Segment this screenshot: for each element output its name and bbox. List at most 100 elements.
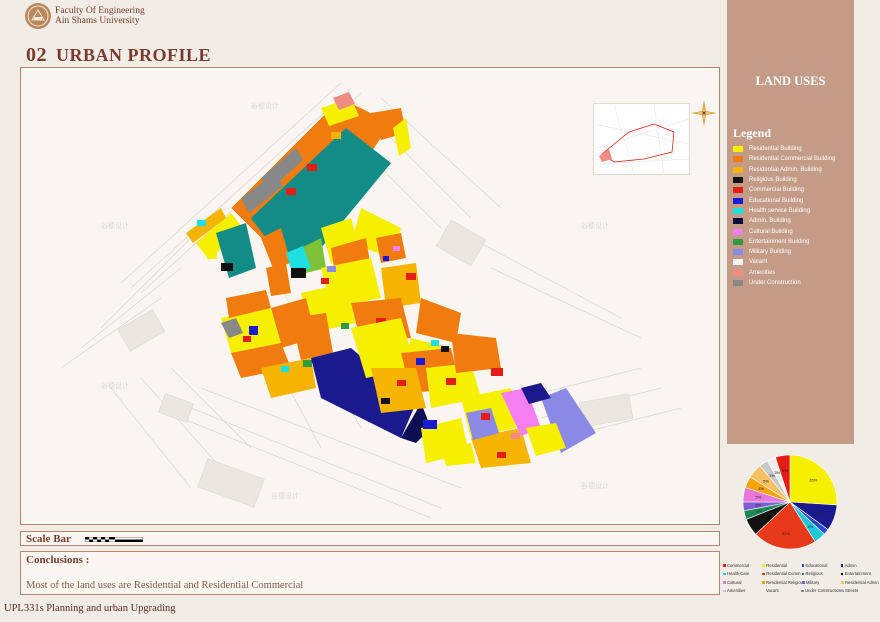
pie-legend-swatch — [840, 564, 844, 567]
pie-legend-label: Religious — [805, 571, 823, 577]
legend-swatch — [733, 269, 743, 276]
legend-label: Entertainment Building — [749, 238, 810, 245]
pie-slice-label: 4% — [758, 486, 764, 491]
land-use-pie-chart: 26% 9% 2% 4% 22% 6% 3% 3% 5% 4% 5% 3% 3% 5% — [740, 452, 840, 557]
legend-item: Health service Building — [733, 206, 853, 216]
pie-svg: 26%9%2%4%22%6%3%3%5%4%5%3%3% 5% — [742, 454, 838, 550]
scale-bar-box: Scale Bar — [20, 531, 720, 546]
legend-item: Entertainment Building — [733, 237, 853, 247]
legend-label: Religious Building — [749, 177, 797, 184]
pie-legend-item: Streets — [841, 588, 880, 593]
pie-slice-label: 3% — [756, 508, 762, 513]
pie-legend-row: Commercial Residential Educational Admin — [723, 561, 880, 570]
pie-legend-swatch — [802, 581, 805, 584]
legend-swatch — [733, 228, 743, 235]
pie-slice-label: 5% — [782, 468, 788, 473]
svg-text:谷德设计: 谷德设计 — [581, 481, 609, 490]
legend-label: Amenities — [749, 269, 776, 276]
legend-label: Residential Building — [749, 146, 802, 153]
legend-label: Vacant — [749, 259, 768, 266]
pie-legend-item: Residential — [762, 563, 801, 568]
land-use-panel: LAND USES Legend Residential Building Res… — [727, 0, 854, 444]
legend-swatch — [733, 249, 743, 256]
pie-slice-label: 5% — [756, 495, 762, 500]
page-title: 02 URBAN PROFILE — [26, 44, 211, 67]
legend-item: Under Construction — [733, 278, 853, 288]
location-inset-map — [593, 103, 690, 175]
conclusions-box: Conclusions : Most of the land uses are … — [20, 551, 720, 595]
legend-item: Admin. Building — [733, 216, 853, 226]
legend-swatch — [733, 259, 743, 266]
pie-legend-swatch — [723, 581, 726, 584]
faculty-line-1: Faculty Of Engineering — [55, 5, 145, 16]
pie-legend-swatch — [723, 589, 726, 592]
legend-swatch — [733, 146, 743, 153]
section-title: URBAN PROFILE — [56, 45, 212, 65]
pie-legend-label: Admin — [844, 562, 857, 568]
legend-swatch — [733, 238, 743, 245]
legend-label: Health service Building — [749, 207, 811, 214]
faculty-line-2: Ain Shams University — [55, 16, 140, 26]
pie-legend-item: Admin — [840, 562, 880, 568]
pie-slice-label: 22% — [782, 531, 790, 536]
legend-swatch — [733, 280, 743, 286]
pie-legend-row: Cultural Residential Religious Military Res… — [723, 578, 880, 587]
pie-legend-label: Under Constructions — [805, 588, 844, 594]
legend-label: Educational Building — [749, 197, 804, 204]
pie-legend-item: Religious — [801, 571, 841, 577]
legend-item: Commercial Building — [733, 185, 853, 195]
pie-legend-item: Commercial — [723, 563, 762, 568]
pie-legend-label: Military — [806, 579, 820, 585]
legend-label: Residential Admin. Building — [749, 166, 822, 173]
pie-legend-item: Amenities — [723, 588, 762, 593]
pie-legend-swatch — [801, 589, 804, 592]
svg-text:谷德设计: 谷德设计 — [101, 221, 129, 230]
legend-label: Commercial Building — [749, 187, 805, 194]
pie-legend-item: Health Care — [723, 571, 762, 576]
pie-legend-item: Military — [802, 580, 841, 585]
university-logo — [25, 3, 51, 29]
pie-legend-swatch — [762, 581, 765, 584]
legend-item: Residential Building — [733, 144, 853, 154]
pie-legend-label: Commercial — [727, 562, 750, 568]
conclusions-text: Most of the land uses are Residential an… — [26, 580, 304, 591]
legend-item: Residential Commercial Building — [733, 154, 853, 164]
pie-legend-label: Amenities — [727, 588, 746, 594]
svg-text:谷德设计: 谷德设计 — [101, 381, 129, 390]
pie-legend-label: Residential Comm — [766, 571, 801, 577]
legend-label: Military Building — [749, 249, 792, 256]
legend-swatch — [733, 177, 743, 184]
scale-bar-graphic — [85, 537, 143, 542]
pie-legend-item: Residential Admin — [841, 580, 880, 585]
map-legend: Residential Building Residential Commerci… — [733, 144, 853, 288]
course-footer: UPL331s Planning and urban Upgrading — [4, 603, 176, 614]
pie-legend-swatch — [841, 589, 844, 592]
pie-legend-label: Residential Religious — [766, 579, 806, 585]
pie-legend-swatch — [762, 589, 765, 592]
south-east-zone — [311, 318, 596, 468]
pie-slice-label: 3% — [755, 503, 761, 508]
land-use-map: 谷德设计 谷德设计 谷德设计 谷德设计 谷德设计 谷德设计 — [20, 67, 720, 525]
pie-slice-label: 6% — [760, 517, 766, 522]
legend-item: Religious Building — [733, 175, 853, 185]
pie-legend-swatch — [841, 581, 844, 584]
legend-swatch — [733, 166, 743, 173]
legend-item: Educational Building — [733, 195, 853, 205]
legend-swatch — [733, 187, 743, 194]
pie-legend-item: Entertainment — [840, 571, 880, 576]
legend-item: Vacant — [733, 257, 853, 267]
conclusions-heading: Conclusions : — [26, 554, 90, 566]
legend-label: Residential Commercial Building — [749, 156, 836, 163]
pie-slice-label: 5% — [763, 478, 769, 483]
pie-slice-label: 4% — [807, 524, 813, 529]
legend-item: Cultural Building — [733, 226, 853, 236]
pie-legend-label: Streets — [845, 588, 859, 594]
pie-legend-swatch — [762, 572, 765, 575]
legend-swatch — [733, 207, 743, 214]
section-number: 02 — [26, 44, 47, 66]
pie-legend-item: Residential Religious — [762, 579, 806, 585]
legend-label: Admin. Building — [749, 218, 791, 225]
legend-title: Legend — [733, 126, 772, 140]
pie-legend-swatch — [801, 564, 804, 567]
pie-legend-swatch — [840, 572, 844, 575]
